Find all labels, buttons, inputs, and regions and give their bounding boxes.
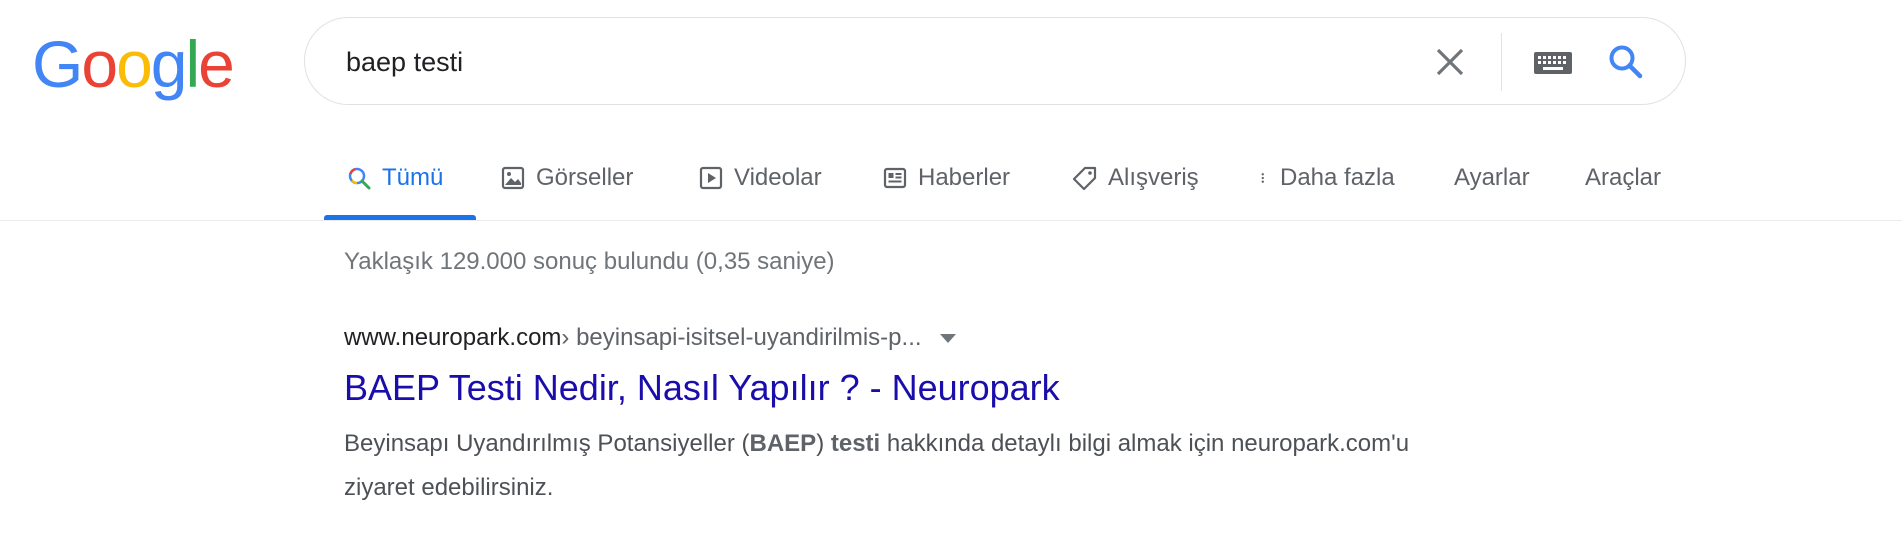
tab-news[interactable]: Haberler — [882, 158, 1010, 198]
result-path: › beyinsapi-isitsel-uyandirilmis-p... — [561, 324, 922, 351]
clear-search-button[interactable] — [1428, 40, 1472, 84]
result-domain: www.neuropark.com — [344, 324, 562, 351]
tab-more[interactable]: Daha fazla — [1260, 158, 1395, 198]
image-icon — [501, 166, 525, 190]
tab-tools[interactable]: Araçlar — [1585, 158, 1661, 198]
snippet-text: Beyinsapı Uyandırılmış Potansiyeller ( — [344, 430, 750, 457]
tab-label: Daha fazla — [1280, 164, 1395, 191]
result-snippet: Beyinsapı Uyandırılmış Potansiyeller (BA… — [344, 422, 1444, 510]
close-icon — [1436, 48, 1464, 76]
search-result: www.neuropark.com › beyinsapi-isitsel-uy… — [344, 322, 1444, 510]
search-button[interactable] — [1604, 40, 1648, 84]
tab-settings[interactable]: Ayarlar — [1454, 158, 1530, 198]
play-icon — [699, 166, 723, 190]
tab-label: Tümü — [382, 164, 444, 191]
logo-letter: G — [32, 27, 83, 101]
tab-videos[interactable]: Videolar — [698, 158, 822, 198]
chevron-down-icon[interactable] — [939, 333, 956, 343]
snippet-highlight: BAEP — [749, 430, 817, 457]
logo-letter: o — [81, 27, 118, 101]
result-url[interactable]: www.neuropark.com › beyinsapi-isitsel-uy… — [344, 322, 1444, 354]
tab-label: Haberler — [918, 164, 1011, 191]
logo-letter: o — [116, 27, 153, 101]
logo-letter: g — [150, 27, 188, 101]
result-title-link[interactable]: BAEP Testi Nedir, Nasıl Yapılır ? - Neur… — [344, 366, 1444, 410]
keyboard-icon — [1534, 52, 1572, 74]
search-box-divider — [1501, 33, 1502, 91]
search-icon — [1609, 45, 1643, 79]
tab-label: Alışveriş — [1108, 164, 1199, 191]
tab-shopping[interactable]: Alışveriş — [1072, 158, 1199, 198]
logo-letter: e — [198, 27, 235, 101]
snippet-highlight: testi — [830, 430, 881, 457]
keyboard-button[interactable] — [1531, 44, 1575, 80]
search-icon — [348, 167, 371, 190]
snippet-text: ) — [816, 430, 831, 457]
tag-icon — [1072, 166, 1097, 191]
tab-label: Ayarlar — [1454, 164, 1530, 191]
tab-label: Görseller — [536, 164, 634, 191]
search-box — [304, 17, 1686, 105]
logo-letter: l — [185, 27, 201, 101]
search-results-page: Google baep testi Tümü Görseller Videola… — [0, 0, 1902, 550]
tab-label: Videolar — [734, 164, 822, 191]
tabs-divider — [0, 220, 1902, 221]
search-input[interactable] — [346, 42, 1346, 82]
tab-images[interactable]: Görseller — [500, 158, 633, 198]
more-vert-icon — [1261, 173, 1264, 183]
google-logo[interactable]: Google — [32, 27, 235, 101]
tab-label: Araçlar — [1585, 164, 1662, 191]
result-stats: Yaklaşık 129.000 sonuç bulundu (0,35 san… — [344, 248, 835, 275]
tab-all[interactable]: Tümü — [346, 158, 443, 198]
news-icon — [883, 167, 907, 189]
